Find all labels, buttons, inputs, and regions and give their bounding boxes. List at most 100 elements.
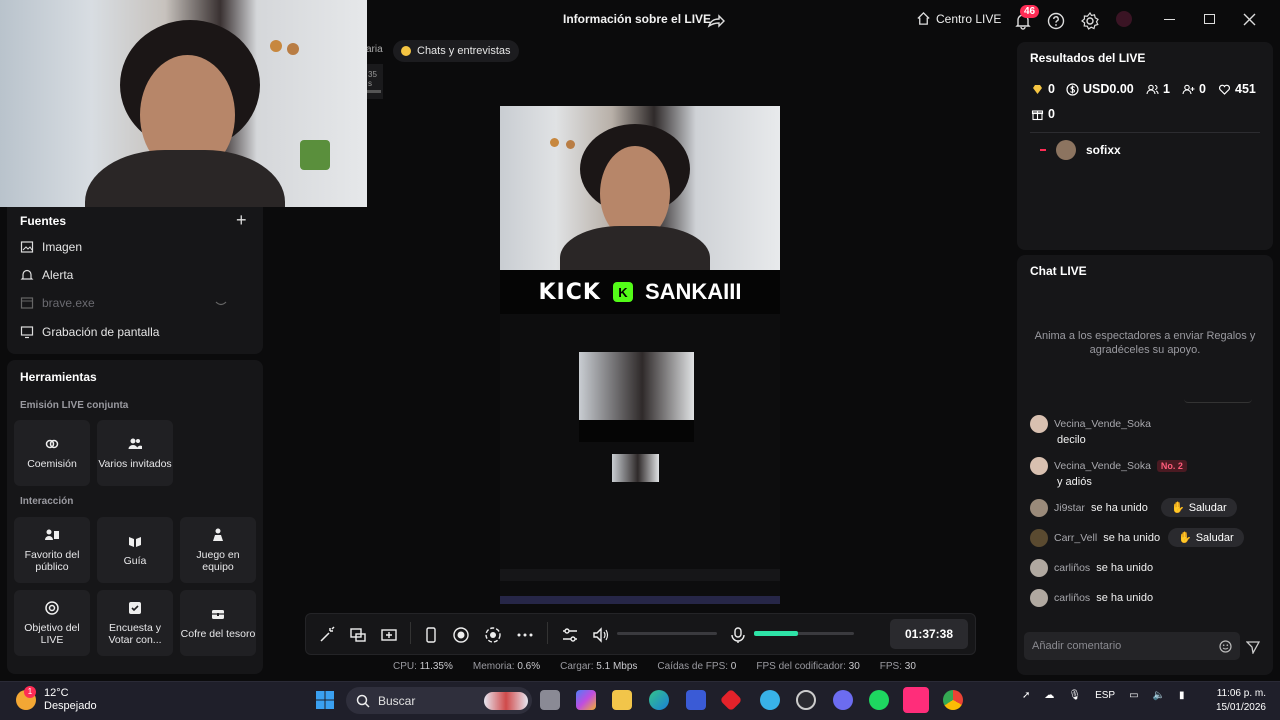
language-indicator[interactable]: ESP <box>1095 690 1115 701</box>
tool-encuesta[interactable]: Encuesta y Votar con... <box>97 590 173 656</box>
emoji-icon[interactable] <box>1219 639 1232 653</box>
chat-message: Vecina_Vende_Soka <box>1030 415 1151 433</box>
file-explorer-icon[interactable] <box>612 690 632 710</box>
chat-username[interactable]: Vecina_Vende_Soka <box>1054 418 1151 430</box>
tool-objetivo[interactable]: Objetivo del LIVE <box>14 590 90 656</box>
source-label: brave.exe <box>42 296 95 310</box>
chat-title: Chat LIVE <box>1030 264 1087 278</box>
tool-label: Varios invitados <box>98 458 172 470</box>
equalizer-icon[interactable] <box>561 626 579 644</box>
top-viewer-row[interactable]: sofixx <box>1040 140 1121 160</box>
mic-level-fill <box>754 631 798 636</box>
add-media-icon[interactable] <box>380 626 398 644</box>
tool-label: Juego en equipo <box>196 549 240 573</box>
chat-text: decilo <box>1057 434 1086 446</box>
home-icon <box>917 11 930 25</box>
close-icon[interactable] <box>1243 13 1256 26</box>
comment-placeholder: Añadir comentario <box>1032 640 1122 652</box>
scene-tab-chats[interactable]: Chats y entrevistas <box>393 40 519 62</box>
chat-scroll-pill[interactable] <box>1184 399 1252 403</box>
centro-live-label: Centro LIVE <box>936 11 1002 26</box>
kick-logo-icon: K <box>612 282 633 302</box>
hidden-eye-icon[interactable] <box>215 300 227 308</box>
monitor-icon <box>20 326 34 339</box>
mic-tray-icon[interactable]: 🎙 <box>1068 690 1081 701</box>
cloud-icon[interactable]: ☁ <box>1044 690 1054 701</box>
temperature: 12°C <box>44 687 69 699</box>
obs-icon[interactable] <box>796 690 816 710</box>
tool-coemision[interactable]: Coemisión <box>14 420 90 486</box>
task-view-icon[interactable] <box>540 690 560 710</box>
chrome-icon[interactable] <box>943 690 963 710</box>
results-divider <box>1030 132 1260 133</box>
taskbar-clock[interactable]: 11:06 p. m. 15/01/2026 <box>1210 687 1266 715</box>
phone-icon[interactable] <box>422 626 440 644</box>
cursor-icon: ➚ <box>1022 690 1031 701</box>
source-item-imagen[interactable]: Imagen <box>20 240 82 254</box>
store-icon[interactable] <box>686 690 706 710</box>
search-placeholder: Buscar <box>378 693 416 708</box>
spotify-icon[interactable] <box>869 690 889 710</box>
centro-live-button[interactable]: Centro LIVE <box>916 11 1001 26</box>
app-blue-icon[interactable] <box>760 690 780 710</box>
tool-label: Favorito del público <box>24 549 80 573</box>
record-icon[interactable] <box>452 626 470 644</box>
avatar <box>1030 529 1048 547</box>
clock-date: 15/01/2026 <box>1215 702 1266 713</box>
microphone-icon[interactable] <box>729 626 747 644</box>
viewer-name: sofixx <box>1086 143 1121 157</box>
volume-slider[interactable] <box>617 632 717 635</box>
focus-icon[interactable] <box>484 626 502 644</box>
stat-memory: Memoria: 0.6% <box>472 661 541 672</box>
poll-icon <box>129 602 141 614</box>
source-item-alerta[interactable]: Alerta <box>20 268 73 282</box>
saludar-button[interactable]: ✋ Saludar <box>1161 498 1237 517</box>
chat-username[interactable]: carliños <box>1054 592 1090 604</box>
avatar <box>1030 415 1048 433</box>
maximize-button[interactable] <box>1204 14 1215 24</box>
send-icon[interactable] <box>1246 640 1260 654</box>
layout-swap-icon[interactable] <box>349 626 367 644</box>
clock-time: 11:06 p. m. <box>1216 688 1266 699</box>
volume-icon[interactable]: 🔈 <box>1153 690 1165 701</box>
speaker-icon[interactable] <box>592 626 610 644</box>
scene-card-text: 35 s <box>368 70 377 88</box>
profile-avatar[interactable] <box>1116 11 1132 27</box>
chat-app-icon[interactable] <box>833 690 853 710</box>
add-source-button[interactable]: + <box>236 210 247 231</box>
rank-badge: No. 2 <box>1156 460 1187 472</box>
tool-guia[interactable]: Guía <box>97 517 173 583</box>
scene-tab-partial[interactable]: aria <box>366 44 383 55</box>
network-icon[interactable]: ▭ <box>1129 690 1138 701</box>
tool-varios-invitados[interactable]: Varios invitados <box>97 420 173 486</box>
taskbar-search[interactable]: Buscar <box>346 687 532 714</box>
settings-icon[interactable] <box>1080 11 1100 31</box>
tool-favorito[interactable]: Favorito del público <box>14 517 90 583</box>
rank-marker <box>1040 149 1046 151</box>
comment-input[interactable]: Añadir comentario <box>1024 632 1240 660</box>
windows-start-icon[interactable] <box>315 690 335 710</box>
source-item-brave[interactable]: brave.exe <box>20 296 95 310</box>
diamond-icon <box>1033 84 1042 94</box>
help-icon[interactable] <box>1046 11 1066 31</box>
more-icon[interactable] <box>516 626 534 644</box>
chat-username[interactable]: Carr_Vell <box>1054 532 1097 544</box>
chat-username[interactable]: Vecina_Vende_Soka <box>1054 460 1151 472</box>
tool-cofre[interactable]: Cofre del tesoro <box>180 590 256 656</box>
chat-username[interactable]: carliños <box>1054 562 1090 574</box>
chat-username[interactable]: Ji9star <box>1054 502 1085 514</box>
battery-icon[interactable]: ▮ <box>1179 690 1185 701</box>
magic-wand-icon[interactable] <box>318 626 336 644</box>
scene-tab-label: Chats y entrevistas <box>417 45 511 57</box>
copilot-icon[interactable] <box>576 690 596 710</box>
tiktok-live-icon[interactable] <box>903 687 929 713</box>
saludar-button[interactable]: ✋ Saludar <box>1168 528 1244 547</box>
share-icon[interactable] <box>706 12 726 32</box>
weather-widget[interactable]: 1 12°C Despejado <box>16 686 97 713</box>
minimize-button[interactable] <box>1164 19 1175 20</box>
edge-icon[interactable] <box>649 690 669 710</box>
chat-text: y adiós <box>1057 476 1092 488</box>
source-item-grabacion[interactable]: Grabación de pantalla <box>20 325 159 339</box>
tool-juego-equipo[interactable]: Juego en equipo <box>180 517 256 583</box>
window-icon <box>20 297 34 309</box>
